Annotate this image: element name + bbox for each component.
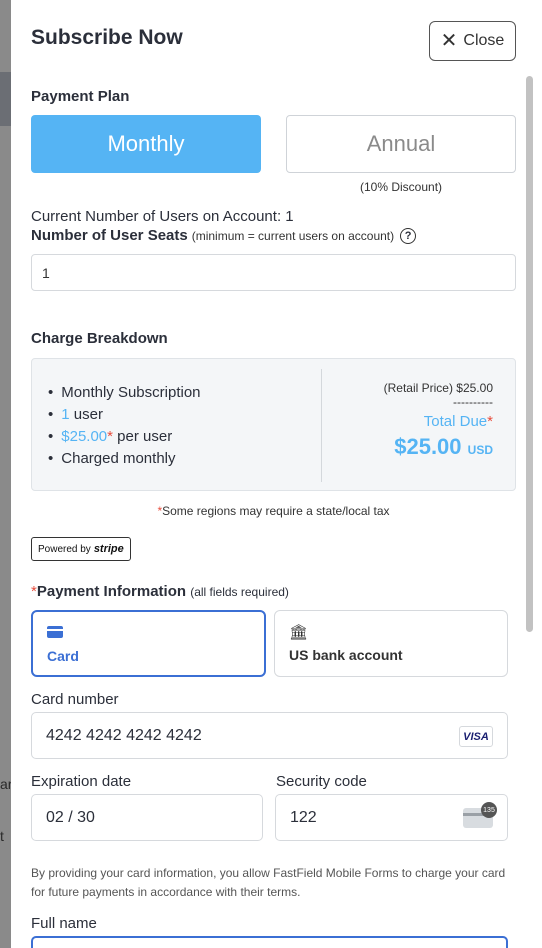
close-button[interactable]: ✕ Close bbox=[429, 21, 516, 61]
breakdown-list: Monthly Subscription 1 user $25.00* per … bbox=[48, 381, 201, 469]
breakdown-divider bbox=[321, 369, 322, 482]
card-number-input[interactable]: 4242 4242 4242 4242 VISA bbox=[31, 712, 508, 759]
payment-information-title: Payment Information bbox=[36, 583, 187, 600]
modal-title: Subscribe Now bbox=[31, 26, 183, 49]
payment-information-label: *Payment Information (all fields require… bbox=[31, 583, 289, 600]
asterisk: * bbox=[487, 413, 493, 430]
card-number-label: Card number bbox=[31, 691, 119, 708]
scrollbar-thumb[interactable] bbox=[526, 76, 533, 632]
annual-discount-note: (10% Discount) bbox=[360, 180, 443, 194]
dash-separator: ---------- bbox=[453, 395, 493, 409]
credit-card-icon bbox=[47, 626, 63, 638]
total-due-label: Total Due* bbox=[384, 413, 493, 430]
security-code-value: 122 bbox=[290, 808, 317, 826]
cvc-card-icon: 135 bbox=[463, 802, 497, 828]
charge-breakdown-box: Monthly Subscription 1 user $25.00* per … bbox=[31, 358, 516, 491]
user-seats-label: Number of User Seats (minimum = current … bbox=[31, 227, 417, 244]
total-amount: $25.00 USD bbox=[384, 434, 493, 460]
list-item: $25.00* per user bbox=[48, 425, 201, 447]
retail-price: (Retail Price) $25.00 bbox=[383, 381, 493, 395]
stripe-logo: stripe bbox=[93, 543, 124, 555]
payment-method-card-tab[interactable]: Card bbox=[31, 610, 266, 677]
payment-information-hint: (all fields required) bbox=[190, 585, 289, 599]
question-circle-icon[interactable]: ? bbox=[400, 227, 417, 244]
expiration-date-input[interactable]: 02 / 30 bbox=[31, 794, 263, 841]
breakdown-item-frequency: Charged monthly bbox=[61, 449, 176, 467]
subscribe-modal: Subscribe Now ✕ Close Payment Plan Month… bbox=[11, 0, 542, 948]
payment-plan-label: Payment Plan bbox=[31, 88, 130, 105]
payment-method-bank-tab[interactable]: 🏛 US bank account bbox=[274, 610, 508, 677]
plan-annual-button[interactable]: Annual bbox=[286, 115, 516, 173]
background-text-fragment: t bbox=[0, 828, 4, 844]
current-users-text: Current Number of Users on Account: 1 bbox=[31, 208, 294, 225]
total-amount-value: $25.00 bbox=[394, 434, 462, 459]
cvc-number-badge: 135 bbox=[481, 802, 497, 818]
list-item: Charged monthly bbox=[48, 447, 201, 469]
expiration-date-value: 02 / 30 bbox=[46, 808, 95, 826]
breakdown-user-suffix: user bbox=[69, 405, 103, 423]
currency-label: USD bbox=[467, 443, 493, 457]
tax-note: *Some regions may require a state/local … bbox=[31, 504, 516, 518]
security-code-label: Security code bbox=[276, 773, 367, 790]
modal-header: Subscribe Now ✕ Close bbox=[11, 0, 542, 72]
full-name-label: Full name bbox=[31, 915, 97, 932]
breakdown-totals: (Retail Price) $25.00 ---------- Total D… bbox=[384, 381, 493, 460]
card-number-value: 4242 4242 4242 4242 bbox=[46, 726, 202, 744]
breakdown-per-user-suffix: per user bbox=[113, 427, 173, 445]
powered-by-stripe-badge[interactable]: Powered by stripe bbox=[31, 537, 131, 561]
payment-method-label: Card bbox=[47, 648, 79, 664]
close-icon: ✕ bbox=[440, 30, 458, 52]
plan-monthly-button[interactable]: Monthly bbox=[31, 115, 261, 173]
powered-by-text: Powered by bbox=[38, 543, 91, 555]
list-item: 1 user bbox=[48, 403, 201, 425]
security-code-input[interactable]: 122 135 bbox=[275, 794, 508, 841]
seats-hint: (minimum = current users on account) bbox=[191, 228, 395, 243]
payment-method-label: US bank account bbox=[289, 647, 403, 663]
list-item: Monthly Subscription bbox=[48, 381, 201, 403]
charge-breakdown-label: Charge Breakdown bbox=[31, 330, 168, 347]
seats-label: Number of User Seats bbox=[31, 227, 188, 244]
breakdown-per-user-price: $25.00 bbox=[61, 427, 108, 445]
tax-note-text: Some regions may require a state/local t… bbox=[162, 504, 390, 518]
full-name-input[interactable] bbox=[31, 936, 508, 948]
breakdown-item-subscription: Monthly Subscription bbox=[61, 383, 201, 401]
card-consent-text: By providing your card information, you … bbox=[31, 866, 506, 899]
visa-icon: VISA bbox=[459, 726, 493, 747]
total-due-text: Total Due bbox=[423, 413, 488, 430]
close-label: Close bbox=[463, 32, 505, 49]
expiration-date-label: Expiration date bbox=[31, 773, 132, 790]
user-seats-input[interactable] bbox=[31, 254, 516, 291]
breakdown-user-count: 1 bbox=[61, 405, 70, 423]
bank-icon: 🏛 bbox=[289, 624, 309, 641]
